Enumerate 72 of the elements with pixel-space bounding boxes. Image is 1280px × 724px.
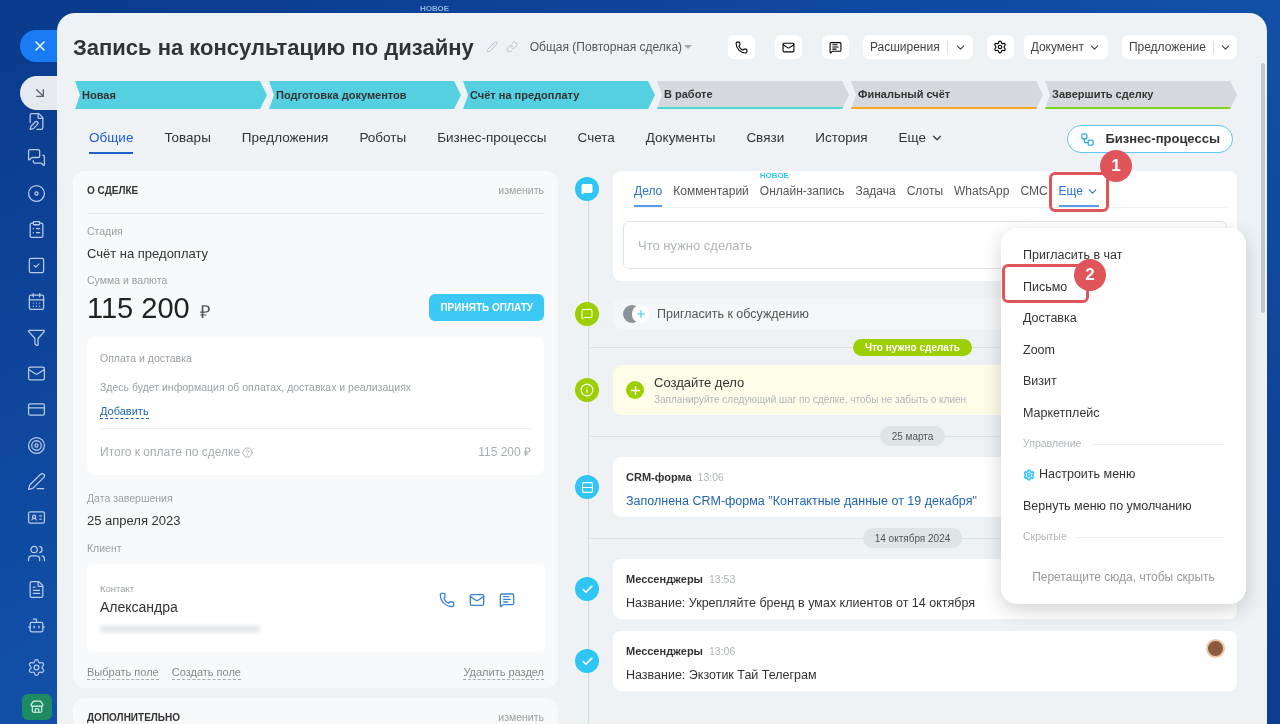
currency-sign: ₽ [199,300,210,324]
stage-step[interactable]: В работе [657,81,849,109]
total-label: Итого к оплате по сделке [100,444,241,462]
stage-step[interactable]: Подготовка документов [269,81,461,109]
stage-step[interactable]: Счёт на предоплату [463,81,655,109]
menu-item[interactable]: Настроить меню [1023,459,1224,491]
contact-name: Александра [100,597,178,617]
stage-step[interactable]: Новая [75,81,267,109]
activity-tab[interactable]: Еще [1058,177,1099,207]
menu-section-label: Управление [1023,436,1082,452]
section-title: О СДЕЛКЕ [87,184,139,198]
total-value: 115 200 ₽ [478,444,531,462]
field-link[interactable]: Создать поле [171,666,241,681]
field-label: Стадия [87,223,124,239]
event-time: 13:53 [709,572,736,587]
activity-tab[interactable]: СМС [1020,177,1048,207]
invite-text: Пригласить к обсуждению [657,305,809,323]
document-button[interactable]: Документ [1023,35,1108,59]
activity-tab[interactable]: Задача [855,177,896,207]
payment-title: Оплата и доставка [100,350,193,366]
add-link[interactable]: Добавить [100,405,149,420]
deal-tab[interactable]: Еще [898,124,944,154]
stage-step[interactable]: Завершить сделку [1045,81,1237,109]
deal-tab[interactable]: Документы [645,124,716,154]
stage-value: Счёт на предоплату [87,244,210,263]
date-pill: 25 марта [879,426,946,446]
payment-hint: Здесь будет информация об оплатах, доставках и реализациях [100,379,413,395]
extensions-button[interactable]: Расширения [862,35,973,59]
new-label: НОВОЕ [759,170,789,182]
field-label: Клиент [87,540,123,556]
menu-drop-hint: Перетащите сюда, чтобы скрыть [1031,569,1216,586]
category-select[interactable]: Общая (Повторная сделка) [529,38,693,56]
event-title: Мессенджеры [626,572,703,587]
deal-tab[interactable]: Общие [89,124,134,154]
field-link[interactable]: Выбрать поле [87,666,159,681]
event-text: Название: Укрепляйте бренд в умах клиентов от 14 октября [626,594,977,612]
stage-step[interactable]: Финальный счёт [851,81,1043,109]
event-title: CRM-форма [626,470,692,485]
menu-section-label: Скрытые [1023,529,1067,545]
deal-tab[interactable]: Счета [577,124,615,154]
business-process-button[interactable]: Бизнес-процессы [1067,125,1233,153]
event-time: 13:06 [709,644,736,659]
delete-section-link[interactable]: Удалить раздел [463,666,544,681]
field-label: Контакт [100,582,136,597]
deal-tab[interactable]: Бизнес-процессы [437,124,547,154]
menu-item[interactable]: Zoom [1023,334,1224,366]
background-label: НОВОЕ [420,3,450,15]
event-title: Мессенджеры [626,644,703,659]
menu-item[interactable]: Вернуть меню по умолчанию [1023,490,1224,522]
menu-item[interactable]: Визит [1023,366,1224,398]
activity-tab[interactable]: Слоты [906,177,943,207]
create-task-title: Создайте дело [654,373,746,392]
deal-tab[interactable]: Предложения [241,124,329,154]
event-time: 13:06 [697,470,724,485]
deal-title: Запись на консультацию по дизайну [73,33,474,62]
create-task-hint: Запланируйте следующий шаг по сделке, чтобы не забыть о клиен [654,393,967,408]
deal-tab[interactable]: Связи [746,124,785,154]
deal-tab[interactable]: Роботы [359,124,407,154]
activity-tab[interactable]: Комментарий [673,177,749,207]
field-label: Дата завершения [87,491,174,507]
proposal-button[interactable]: Предложение [1121,35,1237,59]
field-label: Сумма и валюта [87,273,169,288]
todo-section-pill: Что нужно сделать [853,338,972,356]
event-text: Название: Экзотик Тай Телеграм [626,666,818,684]
deal-tab[interactable]: История [815,124,868,154]
activity-tab[interactable]: Дело [634,177,663,207]
section-title: ДОПОЛНИТЕЛЬНО [87,711,181,724]
date-pill: 14 октября 2024 [862,528,963,548]
amount-value: 115 200 [87,290,190,326]
activity-tab[interactable]: WhatsApp [954,177,1010,207]
deal-tab[interactable]: Товары [164,124,211,154]
date-value: 25 апреля 2023 [87,512,182,530]
